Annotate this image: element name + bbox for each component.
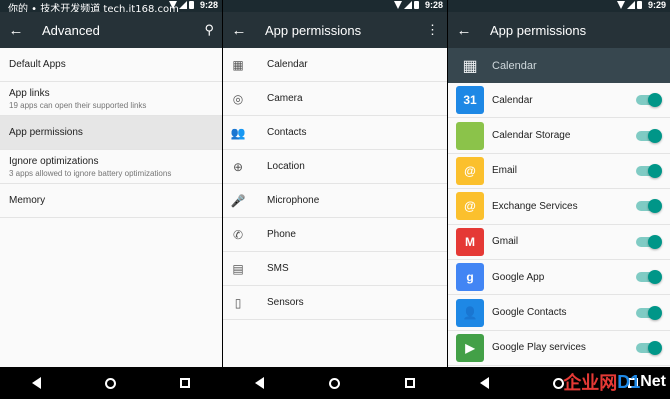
settings-row-default-apps[interactable]: Default Apps [0,48,222,82]
signal-icon [627,1,635,9]
site-logo: 企业网 D 1 Net [563,371,666,394]
phone-icon: ✆ [232,227,244,242]
app-permissions-panel: 9:28 ← App permissions ⋮ ▦ Calendar ◎ Came… [223,0,447,399]
app-icon: ▶ [456,333,484,362]
app-permission-row[interactable]: @ Email [448,154,670,190]
status-time: 9:29 [647,0,666,10]
permission-row-phone[interactable]: ✆ Phone [223,218,447,252]
wifi-icon [617,1,625,9]
permission-row-sms[interactable]: ▤ SMS [223,252,447,286]
app-name: Calendar Storage [492,130,571,142]
battery-icon [637,1,642,9]
microphone-icon: 🎤 [230,193,246,208]
nav-recents-icon[interactable] [180,378,190,388]
settings-row-app-links[interactable]: App links 19 apps can open their supporte… [0,82,222,116]
app-permission-row[interactable]: 👤 Google Contacts [448,295,670,331]
nav-home-icon[interactable] [328,377,340,389]
app-name: Google Play services [492,342,586,354]
app-icon: @ [456,192,484,221]
search-icon[interactable]: ⚲ [204,22,214,38]
permission-row-camera[interactable]: ◎ Camera [223,82,447,116]
status-bar: 9:28 [223,0,447,12]
permission-toggle[interactable] [636,234,662,249]
app-name: Exchange Services [492,200,578,212]
nav-bar [223,367,447,399]
app-permission-row[interactable]: 31 Calendar [448,83,670,119]
app-icon: @ [456,156,484,185]
wifi-icon [169,1,177,9]
app-permission-row[interactable]: Calendar Storage [448,118,670,154]
settings-row-ignore-optimizations[interactable]: Ignore optimizations 3 apps allowed to ig… [0,150,222,184]
permission-toggle[interactable] [636,163,662,178]
toolbar: ← Advanced ⚲ [0,12,222,48]
status-time: 9:28 [424,0,443,10]
calendar-icon: ▦ [462,57,478,75]
app-name: Calendar [492,94,533,106]
app-permission-row[interactable]: M Gmail [448,225,670,260]
settings-row-app-permissions[interactable]: App permissions [0,116,222,150]
calendar-icon: ▦ [232,57,244,72]
sms-icon: ▤ [232,261,244,276]
permission-toggle[interactable] [636,270,662,285]
back-arrow-icon[interactable]: ← [448,22,480,39]
nav-recents-icon[interactable] [404,378,415,388]
toolbar: ← App permissions ⋮ [223,12,447,48]
app-name: Google Contacts [492,307,567,319]
battery-icon [414,1,419,9]
permission-toggle[interactable] [636,340,662,355]
contacts-icon: 👥 [230,125,246,140]
nav-back-icon[interactable] [32,377,41,389]
page-title: App permissions [265,22,362,38]
page-title: App permissions [490,22,587,38]
app-name: Gmail [492,236,519,248]
page-title: Advanced [42,22,100,38]
permission-toggle[interactable] [636,93,662,108]
toolbar: ← App permissions [448,12,670,48]
advanced-panel: 你的 • 技术开发频道 tech.it168.com 9:28 ← Advanc… [0,0,222,399]
app-permission-row[interactable]: g Google App [448,260,670,296]
permission-row-location[interactable]: ⊕ Location [223,150,447,184]
location-icon: ⊕ [232,159,244,174]
signal-icon [179,1,187,9]
permission-toggle[interactable] [636,199,662,214]
sensors-icon: ▯ [234,295,242,310]
calendar-permission-panel: 9:29 ← App permissions ▦ Calendar 31 Cale… [448,0,670,399]
app-permission-row[interactable]: ▶ Google Play services [448,331,670,367]
app-name: Google App [492,271,545,283]
permission-row-microphone[interactable]: 🎤 Microphone [223,184,447,218]
signal-icon [404,1,412,9]
settings-row-memory[interactable]: Memory [0,184,222,218]
app-permission-row[interactable]: @ Exchange Services [448,189,670,225]
nav-back-icon[interactable] [480,377,489,389]
permission-toggle[interactable] [636,305,662,320]
app-name: Email [492,165,518,177]
app-icon: 31 [456,86,484,115]
wifi-icon [394,1,402,9]
permission-row-calendar[interactable]: ▦ Calendar [223,48,447,82]
back-arrow-icon[interactable]: ← [223,22,255,39]
permission-toggle[interactable] [636,128,662,143]
back-arrow-icon[interactable]: ← [0,22,32,39]
nav-home-icon[interactable] [105,377,116,389]
app-icon: g [456,263,484,292]
app-icon: 👤 [456,298,484,327]
status-bar: 9:29 [448,0,670,12]
battery-icon [189,1,194,9]
app-icon: M [456,227,484,256]
nav-bar [0,367,222,399]
nav-back-icon[interactable] [255,377,265,389]
status-bar: 你的 • 技术开发频道 tech.it168.com 9:28 [0,0,222,15]
camera-icon: ◎ [232,91,244,106]
overflow-menu-icon[interactable]: ⋮ [426,22,439,38]
permission-row-contacts[interactable]: 👥 Contacts [223,116,447,150]
permission-row-sensors[interactable]: ▯ Sensors [223,286,447,320]
status-time: 9:28 [199,0,218,10]
app-icon [456,121,484,150]
permission-header: ▦ Calendar [448,48,670,83]
permission-header-label: Calendar [492,59,537,72]
